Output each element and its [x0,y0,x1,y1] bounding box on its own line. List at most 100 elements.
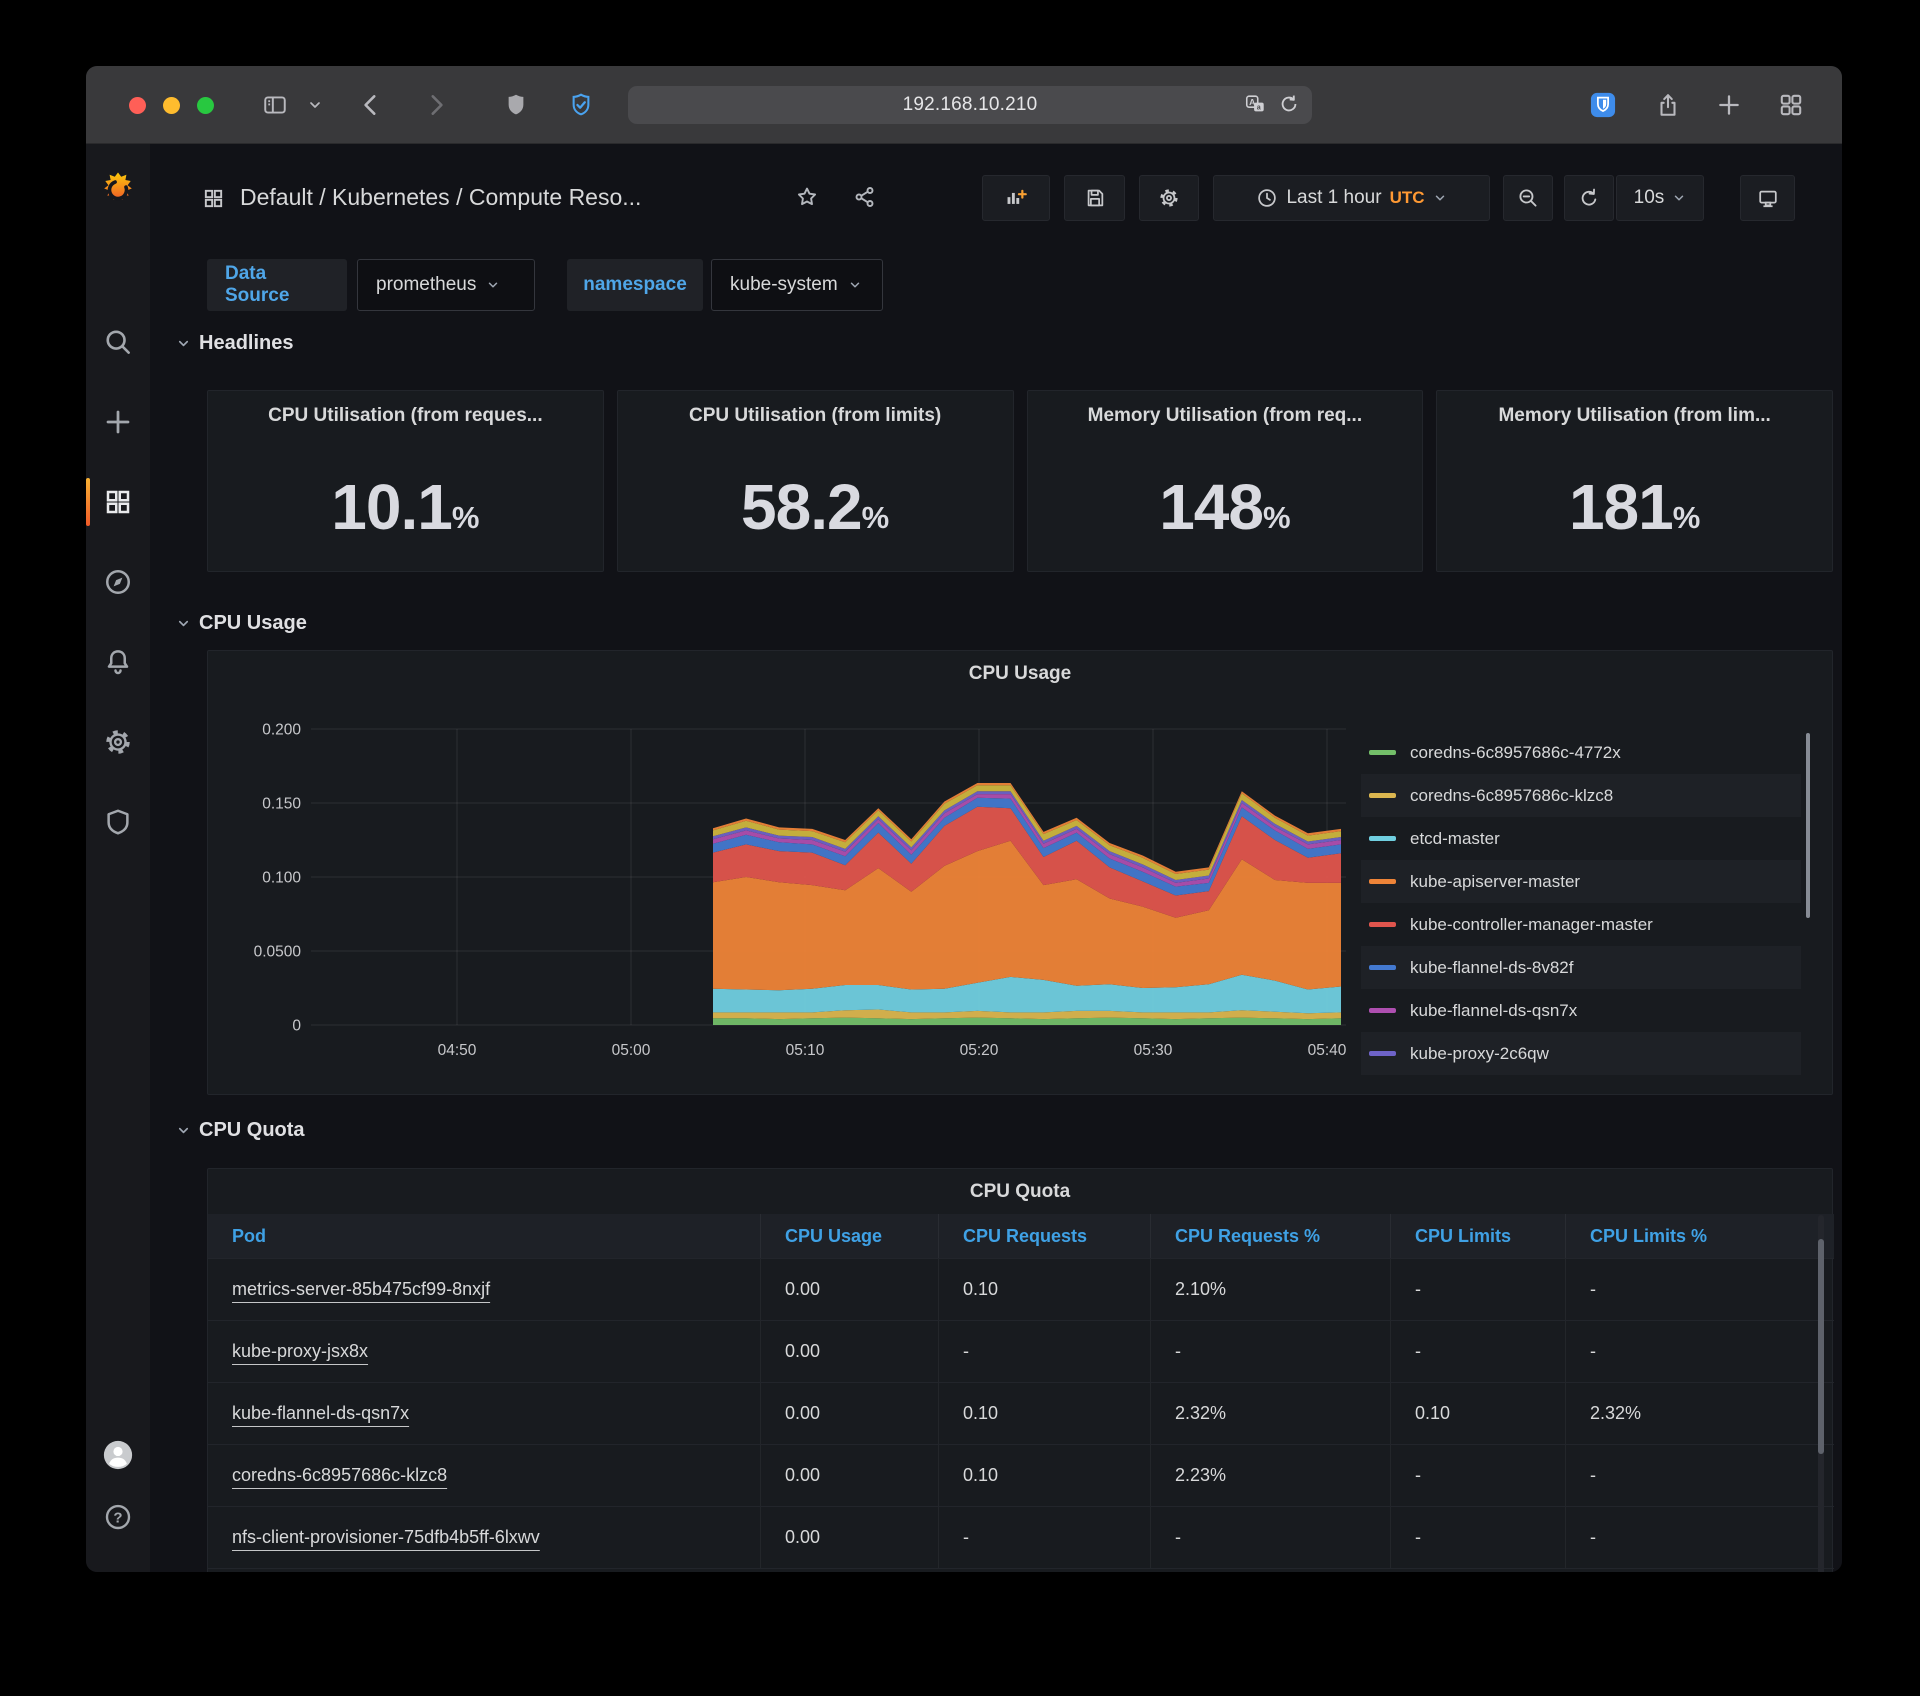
column-header-3[interactable]: CPU Requests % [1151,1214,1391,1258]
sidebar-item-configuration[interactable] [86,714,150,770]
stat-panel-title[interactable]: Memory Utilisation (from req... [1028,405,1423,427]
refresh-button[interactable] [1564,175,1614,221]
avatar-icon [103,1440,133,1470]
section-cpu-usage-label: CPU Usage [199,612,307,634]
dashboard-grid-icon [202,187,225,215]
breadcrumb[interactable]: Default / Kubernetes / Compute Reso... [240,184,641,211]
legend-scrollbar[interactable] [1806,733,1810,918]
chevron-down-icon [1672,191,1686,205]
sidebar-item-create[interactable] [86,394,150,450]
table-cell: 0.10 [939,1259,1151,1320]
dashboard-settings-button[interactable] [1139,175,1199,221]
shield-icon [103,807,133,837]
add-panel-button[interactable] [982,175,1050,221]
shield-check-icon[interactable] [566,90,596,120]
save-dashboard-button[interactable] [1064,175,1125,221]
sidebar-toggle-icon[interactable] [260,90,290,120]
legend-label: kube-controller-manager-master [1410,914,1653,934]
pod-link[interactable]: nfs-client-provisioner-75dfb4b5ff-6lxwv [232,1527,540,1548]
legend-item[interactable]: kube-controller-manager-master [1361,903,1801,946]
section-cpu-usage[interactable]: CPU Usage [176,612,307,635]
time-range-picker[interactable]: Last 1 hour UTC [1213,175,1490,221]
legend-item[interactable]: kube-apiserver-master [1361,860,1801,903]
sidebar-item-server-admin[interactable] [86,794,150,850]
address-bar[interactable]: 192.168.10.210 Aa [628,86,1312,124]
compass-icon [103,567,133,597]
sidebar-item-explore[interactable] [86,554,150,610]
zoom-out-time-button[interactable] [1503,175,1553,221]
legend-item[interactable]: kube-proxy-2c6qw [1361,1032,1801,1075]
tabs-overview-icon[interactable] [1776,90,1806,120]
legend-item[interactable]: kube-flannel-ds-qsn7x [1361,989,1801,1032]
cpu-quota-panel-title[interactable]: CPU Quota [208,1181,1832,1203]
gear-icon [1158,187,1180,209]
sidebar-item-alerting[interactable] [86,634,150,690]
column-header-4[interactable]: CPU Limits [1391,1214,1566,1258]
sidebar-item-dashboards[interactable] [86,474,150,530]
stat-panel-title[interactable]: CPU Utilisation (from reques... [208,405,603,427]
pod-link[interactable]: metrics-server-85b475cf99-8nxjf [232,1279,490,1300]
stat-panel-title[interactable]: Memory Utilisation (from lim... [1437,405,1832,427]
privacy-shield-icon[interactable] [501,90,531,120]
table-scrollbar[interactable] [1818,1239,1824,1454]
table-cell: - [1391,1507,1566,1568]
refresh-interval-dropdown[interactable]: 10s [1616,175,1704,221]
legend-label: coredns-6c8957686c-4772x [1410,742,1621,762]
new-tab-icon[interactable] [1714,90,1744,120]
section-cpu-quota[interactable]: CPU Quota [176,1119,305,1142]
close-button[interactable] [129,97,146,114]
gear-icon [103,727,133,757]
legend-item[interactable]: coredns-6c8957686c-4772x [1361,731,1801,774]
table-cell: - [1391,1259,1566,1320]
chevron-down-icon[interactable] [300,90,330,120]
datasource-variable-dropdown[interactable]: prometheus [357,259,535,311]
stat-number: 10.1 [331,471,453,543]
table-row: kube-flannel-ds-qsn7x 0.00 0.10 2.32% 0.10 2.… [208,1382,1834,1444]
sidebar-item-grafana-logo[interactable] [86,162,150,218]
chevron-down-icon [176,616,191,631]
stat-panel-1: CPU Utilisation (from limits) 58.2% [616,390,1014,572]
cpu-usage-legend: coredns-6c8957686c-4772x coredns-6c895768… [1361,731,1801,1075]
add-panel-icon [1005,187,1027,209]
legend-label: kube-flannel-ds-8v82f [1410,957,1574,977]
sidebar-item-search[interactable] [86,314,150,370]
share-dashboard-icon[interactable] [853,185,877,214]
table-cell: 2.32% [1151,1383,1391,1444]
bitwarden-icon[interactable] [1588,90,1618,120]
translate-icon[interactable]: Aa [1242,91,1268,117]
table-cell: 0.00 [761,1383,939,1444]
legend-item[interactable]: etcd-master [1361,817,1801,860]
stat-number: 58.2 [741,471,863,543]
pod-link[interactable]: kube-flannel-ds-qsn7x [232,1403,409,1424]
column-header-5[interactable]: CPU Limits % [1566,1214,1834,1258]
stat-panel-0: CPU Utilisation (from reques... 10.1% [207,390,604,572]
column-header-2[interactable]: CPU Requests [939,1214,1151,1258]
desktop-background: 192.168.10.210 Aa ? Default / Kubernetes… [0,0,1920,1696]
chevron-down-icon [848,278,862,292]
pod-link[interactable]: coredns-6c8957686c-klzc8 [232,1465,447,1486]
minimize-button[interactable] [163,97,180,114]
legend-label: kube-flannel-ds-qsn7x [1410,1000,1578,1020]
legend-item[interactable]: coredns-6c8957686c-klzc8 [1361,774,1801,817]
star-icon[interactable] [795,185,819,214]
stat-value: 181% [1437,443,1832,571]
column-header-0[interactable]: Pod [208,1214,761,1258]
sidebar-item-help[interactable]: ? [86,1489,150,1545]
namespace-variable-dropdown[interactable]: kube-system [711,259,883,311]
x-axis-label: 05:00 [612,1042,651,1059]
legend-item[interactable]: kube-flannel-ds-8v82f [1361,946,1801,989]
stat-panel-title[interactable]: CPU Utilisation (from limits) [618,405,1013,427]
section-headlines[interactable]: Headlines [176,332,293,355]
table-cell: - [939,1321,1151,1382]
pod-link[interactable]: kube-proxy-jsx8x [232,1341,368,1362]
column-header-1[interactable]: CPU Usage [761,1214,939,1258]
legend-swatch [1369,922,1396,927]
table-row: kube-proxy-jsx8x 0.00- - - - [208,1320,1834,1382]
reload-icon[interactable] [1276,91,1302,117]
table-cell: - [1590,1341,1596,1361]
tv-mode-button[interactable] [1740,175,1795,221]
back-icon[interactable] [356,90,386,120]
share-icon[interactable] [1653,90,1683,120]
sidebar-item-user-profile[interactable] [86,1427,150,1483]
zoom-button[interactable] [197,97,214,114]
